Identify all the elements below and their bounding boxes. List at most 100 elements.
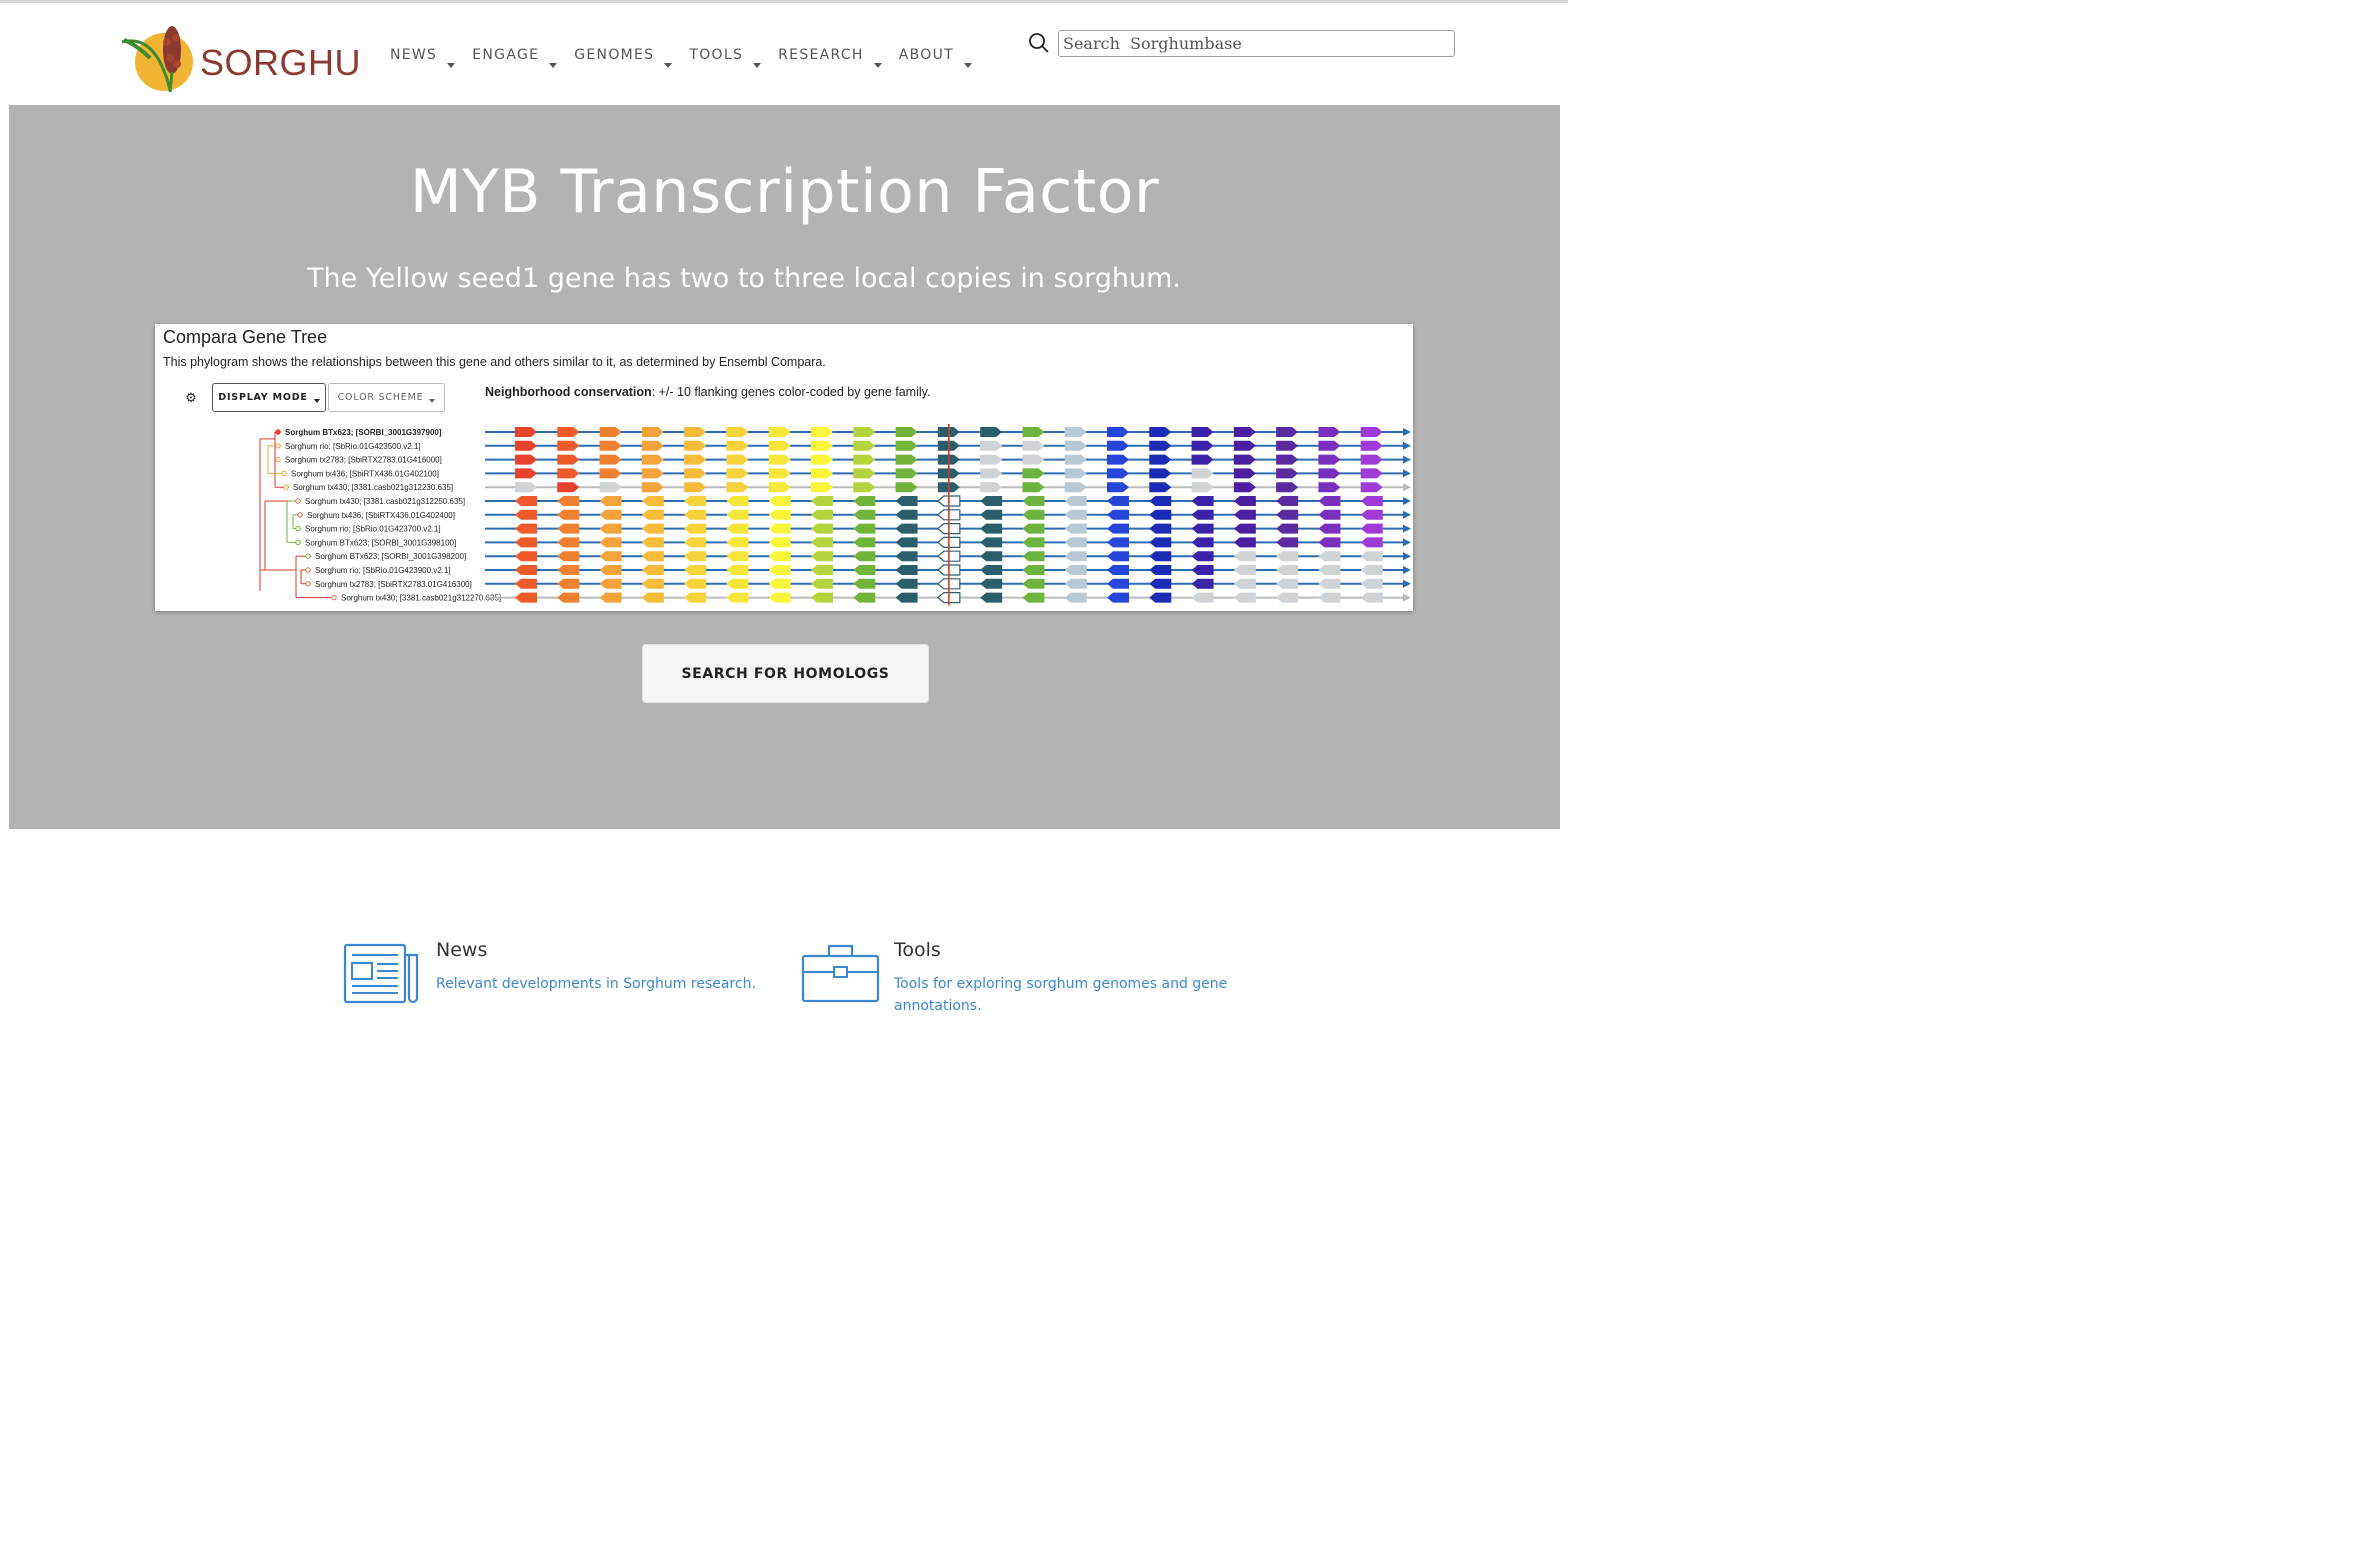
gene-block — [641, 427, 664, 437]
gene-block — [853, 440, 876, 451]
gene-block — [768, 551, 791, 562]
nav-engage[interactable]: ENGAGE — [472, 45, 558, 68]
gene-block — [684, 482, 707, 493]
nav-research[interactable]: RESEARCH — [778, 45, 882, 68]
tree-leaf-node — [297, 512, 303, 518]
gene-block — [980, 468, 1003, 479]
track-arrow — [1403, 469, 1411, 478]
gene-block — [1107, 440, 1129, 451]
search-icon[interactable] — [1028, 32, 1050, 54]
gene-block — [684, 509, 707, 520]
tree-leaf-node — [295, 539, 301, 546]
gene-block — [980, 482, 1003, 493]
gene-block — [1191, 496, 1214, 506]
gene-block — [1318, 482, 1341, 493]
gene-block — [1107, 537, 1129, 548]
gene-block — [811, 523, 833, 534]
tree-branch — [259, 569, 296, 591]
gene-block — [684, 551, 707, 562]
feature-title-news: News — [436, 939, 488, 961]
sorghum-logo[interactable]: SORGHUM — [120, 20, 365, 95]
gene-block — [1360, 496, 1383, 506]
gene-block — [1276, 537, 1299, 548]
gene-block — [641, 551, 664, 562]
gene-block — [1022, 537, 1045, 548]
gene-label: Sorghum tx2783; [SbiRTX2783.01G416300] — [315, 580, 472, 589]
gene-block — [1276, 496, 1299, 506]
gene-block — [768, 523, 791, 534]
tree-leaf-node — [275, 443, 281, 449]
gene-block — [1233, 482, 1256, 493]
gene-block — [811, 509, 833, 520]
gene-block — [1191, 468, 1214, 479]
nav-news[interactable]: NEWS — [390, 45, 456, 68]
tree-branch — [286, 500, 303, 543]
gene-block — [515, 427, 537, 437]
gene-block — [1360, 523, 1383, 534]
gene-block — [1233, 551, 1256, 562]
gene-block — [1360, 509, 1383, 520]
gene-label: Sorghum tx436; [SbiRTX436.01G402100] — [291, 469, 439, 478]
gene-block — [1064, 440, 1087, 451]
tree-leaf-node — [305, 553, 311, 559]
gene-block — [515, 537, 537, 548]
gene-block — [684, 578, 707, 589]
gene-block — [1022, 496, 1045, 506]
gene-block — [726, 496, 749, 506]
gene-block — [684, 427, 707, 437]
gene-block — [768, 468, 791, 479]
gene-block — [980, 565, 1003, 575]
gene-block — [1022, 482, 1045, 493]
nav-label: ENGAGE — [472, 47, 540, 63]
feature-link-news[interactable]: Relevant developments in Sorghum researc… — [436, 973, 766, 995]
gene-block — [1191, 454, 1214, 465]
gene-block — [980, 551, 1003, 562]
gene-block — [1276, 578, 1299, 589]
gene-block — [1318, 509, 1341, 520]
nav-genomes[interactable]: GENOMES — [574, 45, 673, 68]
gene-block — [1318, 523, 1341, 534]
gene-block — [768, 496, 791, 506]
gene-block — [1191, 427, 1214, 437]
track-arrow — [1403, 510, 1411, 519]
gene-block — [1276, 482, 1299, 493]
gene-block — [1064, 523, 1087, 534]
nav-tools[interactable]: TOOLS — [689, 45, 762, 68]
gene-block — [895, 592, 918, 603]
search-homologs-button[interactable]: SEARCH FOR HOMOLOGS — [642, 644, 929, 703]
gene-block — [1107, 565, 1129, 575]
gene-block — [1149, 482, 1172, 493]
gene-block — [1276, 551, 1299, 562]
track-arrow — [1403, 441, 1411, 450]
hero-banner: MYB Transcription Factor The Yellow seed… — [9, 105, 1560, 829]
gene-block — [684, 440, 707, 451]
gene-block — [1064, 468, 1087, 479]
gene-block — [1360, 482, 1383, 493]
gene-label: Sorghum tx430; [3381.casb021g312250.635] — [305, 497, 465, 506]
nav-about[interactable]: ABOUT — [899, 45, 973, 68]
hero-subtitle: The Yellow seed1 gene has two to three l… — [307, 263, 1181, 294]
feature-link-tools[interactable]: Tools for exploring sorghum genomes and … — [894, 973, 1239, 1017]
gene-block — [1022, 578, 1045, 589]
track-arrow — [1403, 428, 1411, 436]
logo-text: SORGHUM — [200, 42, 364, 83]
track-arrow — [1403, 538, 1411, 547]
gene-block — [1149, 537, 1172, 548]
gene-block — [557, 551, 580, 562]
gene-block — [1149, 440, 1172, 451]
gene-block — [726, 482, 749, 493]
gene-block — [811, 496, 833, 506]
gene-block — [557, 468, 580, 479]
gene-block — [811, 468, 833, 479]
tree-leaf-node — [305, 581, 311, 587]
gene-block — [1360, 578, 1383, 589]
gene-block — [641, 523, 664, 534]
gene-block — [895, 454, 918, 465]
track-arrow — [1403, 593, 1411, 602]
nav-label: RESEARCH — [778, 47, 864, 63]
gene-block — [684, 454, 707, 465]
gene-block — [1064, 537, 1087, 548]
gene-block — [1022, 427, 1045, 437]
search-input[interactable] — [1058, 30, 1455, 57]
toolbox-icon — [801, 944, 880, 1003]
